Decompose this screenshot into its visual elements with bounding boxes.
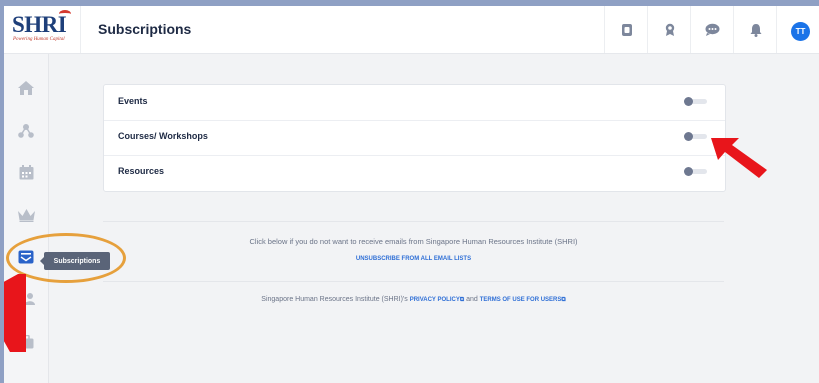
external-link-icon: ⧉	[561, 297, 566, 303]
calendar-icon[interactable]	[16, 162, 36, 182]
footer-connector: and	[466, 296, 478, 303]
row-label: Resources	[118, 166, 165, 176]
subscriptions-card: Events Courses/ Workshops Resources	[103, 84, 726, 192]
subscription-row-resources: Resources	[104, 155, 725, 190]
bell-icon[interactable]	[733, 6, 777, 53]
subscription-row-events: Events	[104, 85, 725, 121]
home-icon[interactable]	[16, 78, 36, 98]
annotation-arrow-icon	[711, 138, 767, 178]
divider	[103, 281, 724, 282]
resources-toggle[interactable]	[684, 167, 707, 176]
footer: Singapore Human Resources Institute (SHR…	[103, 296, 724, 304]
events-toggle[interactable]	[684, 97, 707, 106]
chat-icon[interactable]	[690, 6, 734, 53]
avatar[interactable]: TT	[791, 22, 810, 41]
annotation-arrow-icon	[4, 274, 26, 352]
app-window: SHRI Powering Human Capital Subscription…	[4, 6, 819, 383]
row-label: Events	[118, 96, 148, 106]
terms-of-use-link[interactable]: TERMS OF USE FOR USERS	[480, 297, 562, 303]
logo-tagline: Powering Human Capital	[13, 37, 65, 42]
toggle-knob	[684, 167, 693, 176]
unsubscribe-all-link[interactable]: UNSUBSCRIBE FROM ALL EMAIL LISTS	[103, 256, 724, 262]
external-link-icon: ⧉	[459, 297, 465, 303]
badge-icon[interactable]	[647, 6, 691, 53]
network-icon[interactable]	[16, 120, 36, 140]
subscription-row-courses: Courses/ Workshops	[104, 120, 725, 156]
courses-toggle[interactable]	[684, 132, 707, 141]
privacy-policy-link[interactable]: PRIVACY POLICY	[410, 297, 460, 303]
row-label: Courses/ Workshops	[118, 131, 208, 141]
divider	[103, 221, 724, 222]
divider	[80, 6, 81, 53]
toggle-knob	[684, 132, 693, 141]
ticket-icon[interactable]	[604, 6, 648, 53]
logo-accent	[59, 10, 71, 18]
unsubscribe-notice: Click below if you do not want to receiv…	[249, 237, 578, 246]
top-bar: SHRI Powering Human Capital Subscription…	[4, 6, 819, 54]
footer-prefix: Singapore Human Resources Institute (SHR…	[261, 296, 408, 303]
toggle-knob	[684, 97, 693, 106]
crown-icon[interactable]	[16, 205, 36, 225]
shri-logo[interactable]: SHRI Powering Human Capital	[12, 10, 76, 48]
page-title: Subscriptions	[98, 21, 192, 37]
